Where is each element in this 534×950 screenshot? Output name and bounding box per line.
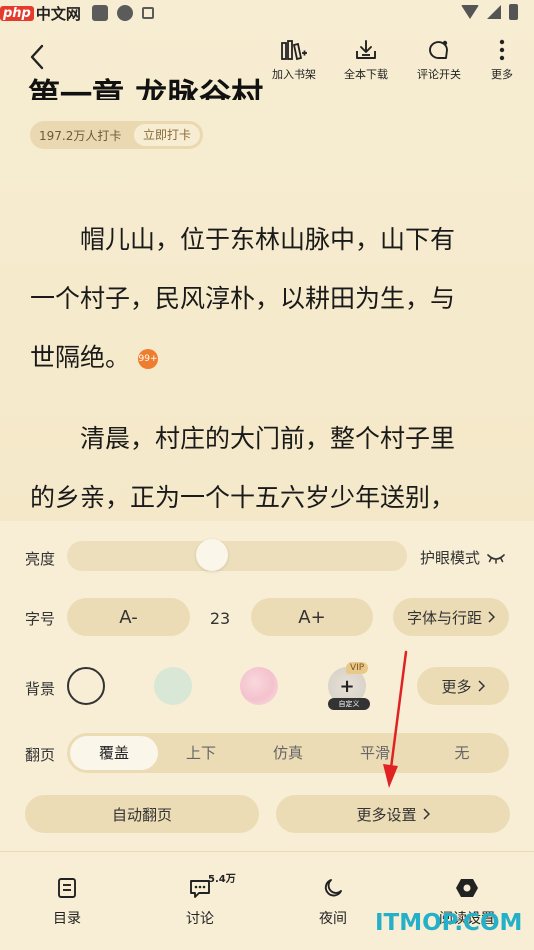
font-spacing-button[interactable]: 字体与行距 — [393, 598, 509, 636]
download-icon — [334, 38, 398, 62]
background-more-label: 更多 — [441, 677, 472, 696]
battery-icon — [509, 4, 518, 20]
plus-icon: + — [339, 675, 355, 697]
custom-background-tag: 自定义 — [328, 698, 370, 710]
more-settings-label: 更多设置 — [356, 805, 417, 824]
eye-mode-toggle[interactable]: 护眼模式 — [420, 547, 506, 568]
checkin-banner: 197.2万人打卡 立即打卡 — [30, 121, 203, 149]
nav-discuss[interactable]: 5.4万 讨论 — [155, 874, 245, 928]
chapter-title-text: 第一章 龙脉谷村 — [28, 76, 264, 100]
page-turn-option-cover[interactable]: 覆盖 — [70, 736, 158, 770]
chevron-right-icon — [488, 611, 495, 623]
back-button[interactable] — [22, 40, 52, 74]
notification-app-icon — [117, 5, 133, 21]
nav-toc-label: 目录 — [53, 911, 81, 927]
chapter-title: 第一章 龙脉谷村 — [28, 70, 348, 100]
page-turn-selector: 覆盖 上下 仿真 平滑 无 — [67, 733, 509, 773]
eye-closed-icon — [487, 553, 505, 564]
font-size-value: 23 — [209, 609, 231, 628]
content-line: 一个村子，民风淳朴，以耕田为生，与 — [30, 284, 456, 313]
status-notification-icons — [92, 5, 154, 21]
signal-icon — [487, 5, 501, 19]
toc-icon — [22, 874, 112, 902]
status-bar: php 中文网 — [0, 0, 534, 28]
itmop-watermark: ITMOP.COM — [375, 910, 523, 936]
more-vertical-icon — [470, 38, 534, 62]
page-turn-label: 翻页 — [25, 746, 56, 764]
reading-settings-panel: 亮度 护眼模式 字号 A- 23 A+ 字体与行距 背景 + VIP 自定义 更… — [0, 521, 534, 851]
content-line: 清晨，村庄的大门前，整个村子里 — [80, 424, 456, 453]
notification-app-icon — [92, 5, 108, 21]
comment-toggle-button[interactable]: 评论开关 — [407, 38, 471, 82]
chevron-right-icon — [477, 680, 485, 692]
settings-hexagon-icon — [422, 874, 512, 902]
php-logo: php — [0, 5, 34, 21]
background-more-button[interactable]: 更多 — [417, 667, 509, 705]
notification-app-icon — [142, 7, 154, 19]
content-line: 帽儿山，位于东林山脉中，山下有 — [80, 225, 456, 254]
nav-night-label: 夜间 — [319, 911, 347, 927]
font-spacing-label: 字体与行距 — [406, 608, 482, 627]
more-button[interactable]: 更多 — [470, 38, 534, 82]
checkin-count: 197.2万人打卡 — [39, 128, 122, 143]
bookshelf-add-icon — [262, 38, 326, 62]
page-turn-option-none[interactable]: 无 — [418, 736, 506, 770]
font-size-label: 字号 — [25, 610, 56, 628]
chevron-right-icon — [422, 808, 430, 820]
brightness-slider-handle[interactable] — [196, 539, 228, 571]
php-watermark: php 中文网 — [0, 0, 81, 26]
php-watermark-text: 中文网 — [35, 4, 81, 23]
content-line: 的乡亲，正为一个十五六岁少年送别， — [30, 483, 456, 512]
brightness-slider[interactable] — [67, 541, 407, 571]
more-label: 更多 — [491, 68, 513, 81]
paragraph-comment-badge[interactable]: 99+ — [138, 349, 159, 369]
vip-tag: VIP — [346, 662, 369, 674]
eye-mode-label: 护眼模式 — [420, 549, 481, 567]
more-settings-button[interactable]: 更多设置 — [276, 795, 510, 833]
background-label: 背景 — [25, 680, 56, 698]
discuss-count-badge: 5.4万 — [208, 874, 236, 885]
auto-page-button[interactable]: 自动翻页 — [25, 795, 259, 833]
checkin-button[interactable]: 立即打卡 — [133, 124, 200, 146]
page-turn-option-smooth[interactable]: 平滑 — [331, 736, 419, 770]
background-option-default[interactable] — [67, 667, 105, 705]
nav-toc[interactable]: 目录 — [22, 874, 112, 928]
font-decrease-button[interactable]: A- — [67, 598, 190, 636]
status-system-icons — [461, 4, 518, 20]
nav-night-mode[interactable]: 夜间 — [288, 874, 378, 928]
comment-toggle-label: 评论开关 — [417, 68, 461, 81]
chevron-left-icon — [30, 44, 44, 70]
moon-icon — [288, 874, 378, 902]
brightness-label: 亮度 — [25, 550, 56, 568]
page-turn-option-scroll[interactable]: 上下 — [157, 736, 245, 770]
nav-discuss-label: 讨论 — [186, 911, 214, 927]
wifi-icon — [461, 5, 479, 19]
content-line: 世隔绝。 — [30, 343, 131, 372]
background-option-green[interactable] — [154, 667, 192, 705]
comment-toggle-icon — [407, 38, 471, 62]
background-option-pink-floral[interactable] — [240, 667, 278, 705]
discuss-icon: 5.4万 — [155, 874, 245, 902]
page-turn-option-simulate[interactable]: 仿真 — [244, 736, 332, 770]
chapter-content: 帽儿山，位于东林山脉中，山下有 一个村子，民风淳朴，以耕田为生，与 世隔绝。 99… — [30, 210, 508, 527]
font-increase-button[interactable]: A+ — [251, 598, 373, 636]
content-line-with-badge: 世隔绝。 99+ — [30, 328, 508, 387]
